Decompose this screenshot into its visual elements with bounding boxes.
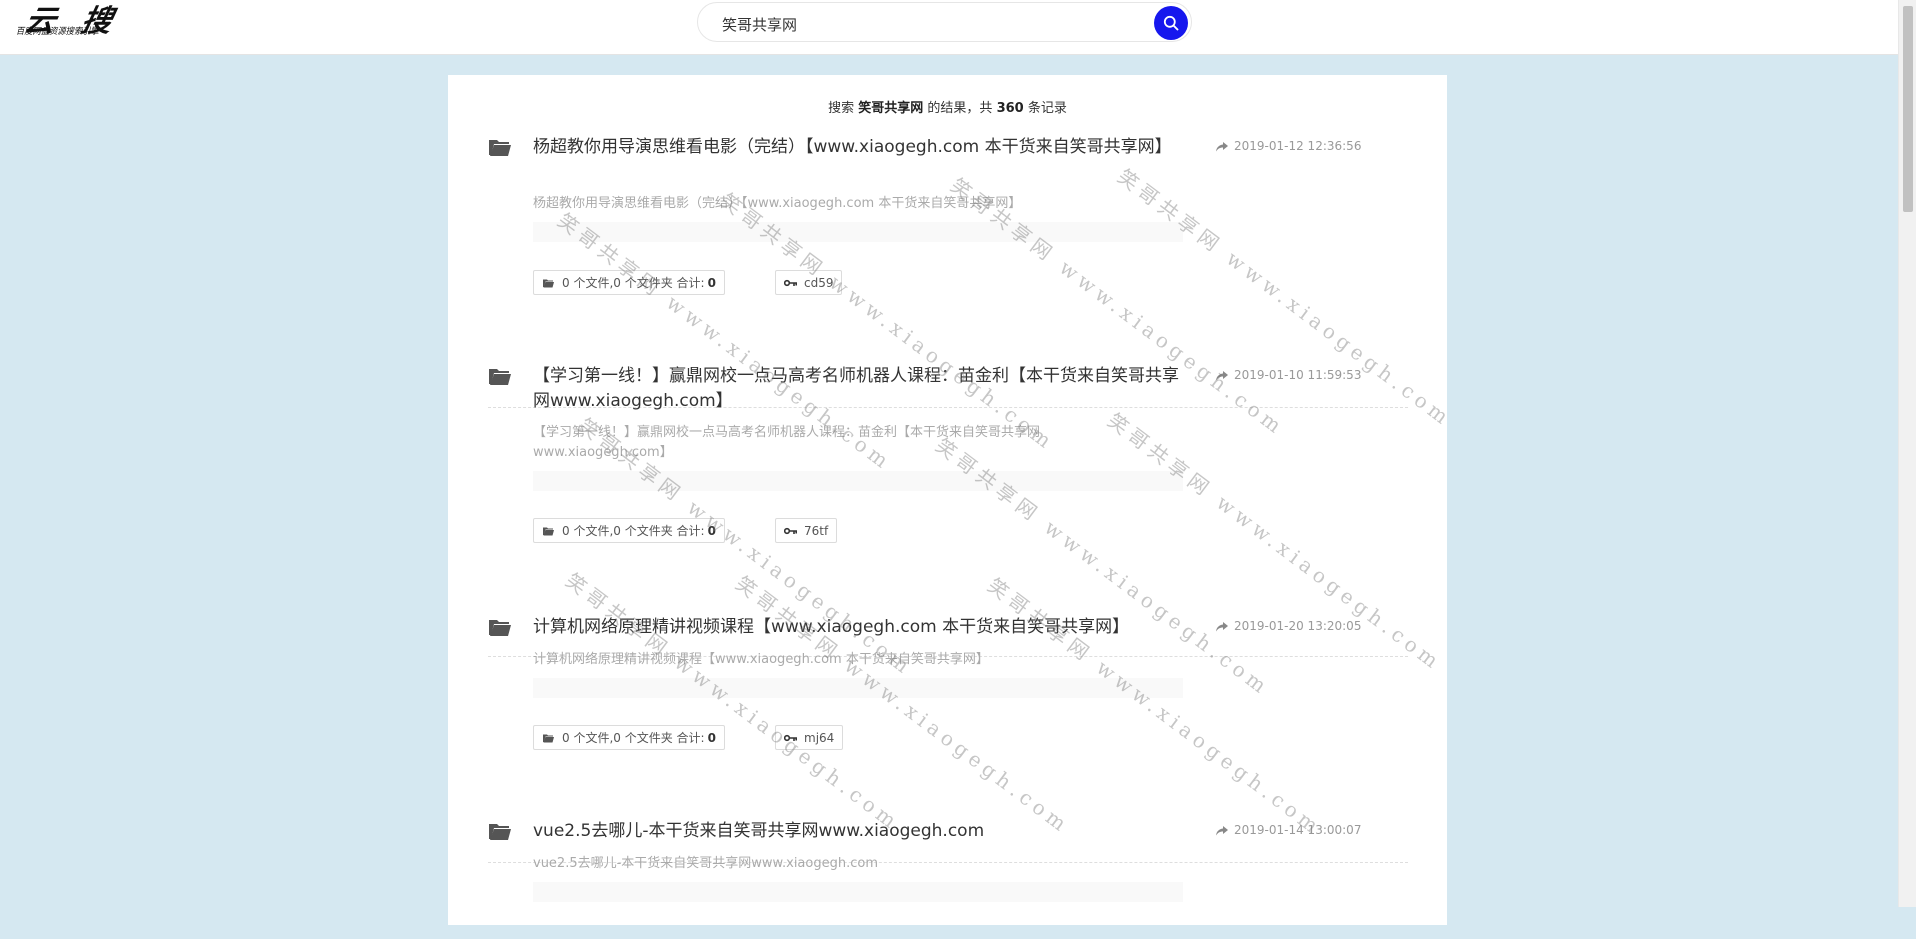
- file-total: 0: [707, 523, 716, 538]
- folder-small-icon: [543, 527, 554, 535]
- folder-small-icon: [543, 734, 554, 742]
- extract-code: mj64: [804, 730, 835, 745]
- result-description: 【学习第一线！】赢鼎网校一点马高考名师机器人课程：苗金利【本干货来自笑哥共享网w…: [533, 425, 1041, 460]
- folder-small-icon: [543, 279, 554, 287]
- result-item: 【学习第一线！】赢鼎网校一点马高考名师机器人课程：苗金利【本干货来自笑哥共享网w…: [488, 364, 1408, 657]
- result-item: vue2.5去哪儿-本干货来自笑哥共享网www.xiaogegh.com 201…: [488, 819, 1408, 939]
- folder-icon: [489, 620, 511, 636]
- extract-code-tag: mj64: [775, 725, 844, 750]
- folder-icon: [489, 369, 511, 385]
- key-icon: [784, 527, 797, 534]
- result-title[interactable]: vue2.5去哪儿-本干货来自笑哥共享网www.xiaogegh.com: [533, 819, 1183, 844]
- result-date-text: 2019-01-10 11:59:53: [1234, 368, 1362, 382]
- extract-code-tag: cd59: [775, 270, 843, 295]
- search-input[interactable]: [720, 12, 1124, 36]
- key-icon: [784, 279, 797, 286]
- result-title[interactable]: 【学习第一线！】赢鼎网校一点马高考名师机器人课程：苗金利【本干货来自笑哥共享网w…: [533, 364, 1183, 414]
- site-logo[interactable]: 云 搜 百度网盘资源搜索引擎: [16, 2, 140, 39]
- result-date: 2019-01-20 13:20:05: [1216, 619, 1361, 633]
- search-button[interactable]: [1154, 6, 1188, 40]
- file-total: 0: [707, 275, 716, 290]
- result-title[interactable]: 杨超教你用导演思维看电影（完结）【www.xiaogegh.com 本干货来自笑…: [533, 135, 1183, 160]
- result-description: vue2.5去哪儿-本干货来自笑哥共享网www.xiaogegh.com: [533, 856, 878, 871]
- folder-icon: [489, 824, 511, 840]
- result-description: 杨超教你用导演思维看电影（完结）【www.xiaogegh.com 本干货来自笑…: [533, 196, 1022, 211]
- share-icon: [1216, 826, 1228, 836]
- description-strip: [533, 222, 1183, 242]
- folder-icon: [489, 140, 511, 156]
- result-date-text: 2019-01-20 13:20:05: [1234, 619, 1362, 633]
- extract-code: cd59: [804, 275, 834, 290]
- header: 云 搜 百度网盘资源搜索引擎: [0, 0, 1898, 55]
- result-date: 2019-01-10 11:59:53: [1216, 368, 1361, 382]
- file-count-tag: 0 个文件,0 个文件夹 合计: 0: [533, 270, 725, 295]
- results-panel: 搜索 笑哥共享网 的结果，共 360 条记录 杨超教你用导演思维看电影（完结）【…: [448, 75, 1457, 925]
- file-count-tag: 0 个文件,0 个文件夹 合计: 0: [533, 518, 725, 543]
- result-description: 计算机网络原理精讲视频课程【www.xiaogegh.com 本干货来自笑哥共享…: [533, 652, 989, 667]
- result-title[interactable]: 计算机网络原理精讲视频课程【www.xiaogegh.com 本干货来自笑哥共享…: [533, 615, 1233, 640]
- file-count-text: 0 个文件,0 个文件夹 合计:: [562, 731, 705, 745]
- summary-suffix: 条记录: [1027, 101, 1067, 116]
- file-count-tag: 0 个文件,0 个文件夹 合计: 0: [533, 725, 725, 750]
- result-date: 2019-01-12 12:36:56: [1216, 139, 1361, 153]
- summary-count: 360: [996, 101, 1024, 116]
- scrollbar-thumb[interactable]: [1903, 6, 1913, 212]
- share-icon: [1216, 622, 1228, 632]
- search-box: [697, 2, 1192, 42]
- description-strip: [533, 471, 1183, 491]
- result-date-text: 2019-01-14 13:00:07: [1234, 823, 1362, 837]
- result-date: 2019-01-14 13:00:07: [1216, 823, 1361, 837]
- file-total: 0: [707, 730, 716, 745]
- result-date-text: 2019-01-12 12:36:56: [1234, 139, 1362, 153]
- description-strip: [533, 882, 1183, 902]
- share-icon: [1216, 371, 1228, 381]
- search-icon: [1163, 15, 1179, 31]
- summary-prefix: 搜索: [828, 101, 855, 116]
- result-summary: 搜索 笑哥共享网 的结果，共 360 条记录: [448, 97, 1447, 116]
- page-scrollbar[interactable]: [1898, 0, 1916, 907]
- file-count-text: 0 个文件,0 个文件夹 合计:: [562, 524, 705, 538]
- logo-subtitle: 百度网盘资源搜索引擎: [16, 27, 99, 37]
- description-strip: [533, 678, 1183, 698]
- extract-code-tag: 76tf: [775, 518, 838, 543]
- extract-code: 76tf: [804, 523, 829, 538]
- file-count-text: 0 个文件,0 个文件夹 合计:: [562, 276, 705, 290]
- summary-keyword: 笑哥共享网: [858, 101, 924, 116]
- key-icon: [784, 734, 797, 741]
- summary-middle: 的结果，共: [927, 101, 993, 116]
- share-icon: [1216, 142, 1228, 152]
